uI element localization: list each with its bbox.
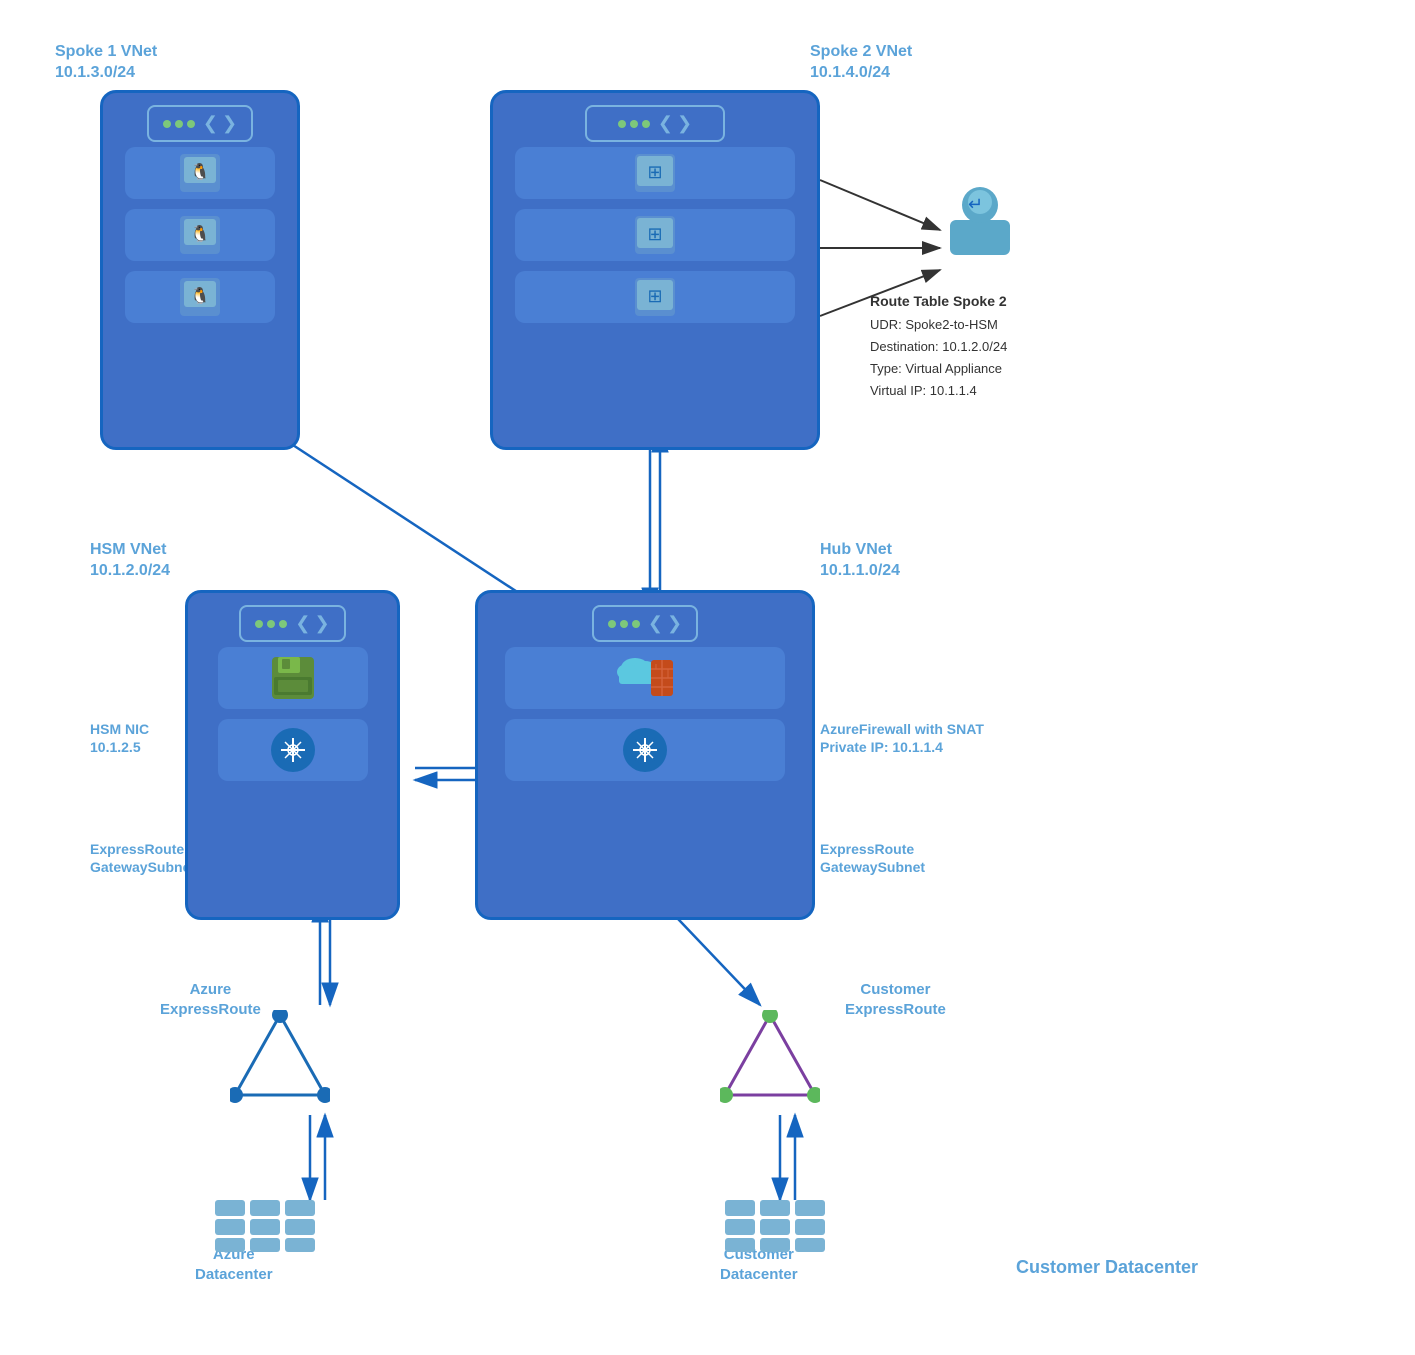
hsm-gateway-label: ExpressRouteGatewaySubnet [90, 840, 195, 876]
chevron-right4: ❯ [667, 613, 682, 634]
person-icon: ↵ [940, 180, 1020, 265]
spoke1-dots: ❮ ❯ [147, 105, 253, 142]
windows-icon-2: ⊞ [635, 216, 675, 254]
route-table-title: Route Table Spoke 2 [870, 290, 1007, 314]
windows-icon-3: ⊞ [635, 278, 675, 316]
spoke1-vm2: 🐧 [125, 209, 275, 261]
hsm-gateway-item [218, 719, 368, 781]
chevron-left3: ❮ [295, 613, 310, 634]
hub-dots: ❮ ❯ [592, 605, 698, 642]
dot10 [608, 620, 616, 628]
spoke2-vm3: ⊞ [515, 271, 795, 323]
route-table-destination: Destination: 10.1.2.0/24 [870, 336, 1007, 358]
hsm-nic-item [218, 647, 368, 709]
dot8 [267, 620, 275, 628]
hub-gateway-item [505, 719, 785, 781]
spoke2-vnet: ❮ ❯ ⊞ ⊞ [490, 90, 820, 450]
gateway-icon-hub [623, 728, 667, 772]
hsm-dots: ❮ ❯ [239, 605, 345, 642]
hub-vnet: ❮ ❯ [475, 590, 815, 920]
svg-text:↵: ↵ [968, 194, 983, 214]
hub-gateway-label: ExpressRouteGatewaySubnet [820, 840, 925, 876]
chevron-right3: ❯ [315, 613, 330, 634]
svg-text:⊞: ⊞ [647, 286, 662, 306]
dot7 [255, 620, 263, 628]
spoke1-vm1: 🐧 [125, 147, 275, 199]
dot1 [163, 120, 171, 128]
customer-text: Customer Datacenter [1016, 1257, 1198, 1278]
linux-icon-1: 🐧 [180, 154, 220, 192]
chevron-left4: ❮ [648, 613, 663, 634]
dot11 [620, 620, 628, 628]
spoke1-label: Spoke 1 VNet 10.1.3.0/24 [55, 42, 157, 84]
spoke2-vm2: ⊞ [515, 209, 795, 261]
azure-datacenter-icon [210, 1195, 320, 1260]
azure-firewall-label: AzureFirewall with SNAT Private IP: 10.1… [820, 720, 984, 756]
route-table-udr: UDR: Spoke2-to-HSM [870, 314, 1007, 336]
linux-icon-2: 🐧 [180, 216, 220, 254]
svg-text:🐧: 🐧 [190, 162, 210, 181]
spoke2-vm1: ⊞ [515, 147, 795, 199]
diagram-container: Spoke 1 VNet 10.1.3.0/24 ❮ ❯ 🐧 [0, 0, 1415, 1355]
chevron-left2: ❮ [658, 113, 673, 134]
customer-expressroute-label: CustomerExpressRoute [845, 980, 946, 1019]
svg-text:⊞: ⊞ [647, 224, 662, 244]
dot9 [279, 620, 287, 628]
gateway-icon-hsm [271, 728, 315, 772]
spoke1-vnet: ❮ ❯ 🐧 🐧 [100, 90, 300, 450]
spoke2-label: Spoke 2 VNet 10.1.4.0/24 [810, 42, 912, 84]
azure-firewall-item [505, 647, 785, 709]
windows-icon-1: ⊞ [635, 154, 675, 192]
spoke1-vm3: 🐧 [125, 271, 275, 323]
hsm-vnet-label: HSM VNet 10.1.2.0/24 [90, 540, 170, 582]
hsm-vnet: ❮ ❯ [185, 590, 400, 920]
customer-expressroute-icon [720, 1010, 820, 1115]
svg-text:🐧: 🐧 [190, 224, 210, 243]
dot3 [187, 120, 195, 128]
linux-icon-3: 🐧 [180, 278, 220, 316]
hub-vnet-label: Hub VNet 10.1.1.0/24 [820, 540, 900, 582]
azure-expressroute-icon [230, 1010, 330, 1115]
dot6 [642, 120, 650, 128]
route-table-type: Type: Virtual Appliance [870, 358, 1007, 380]
hsm-nic-label: HSM NIC 10.1.2.5 [90, 720, 149, 756]
chevron-right: ❯ [222, 113, 237, 134]
dot4 [618, 120, 626, 128]
spoke2-dots: ❮ ❯ [585, 105, 725, 142]
dot2 [175, 120, 183, 128]
svg-text:🐧: 🐧 [190, 286, 210, 305]
route-table-vip: Virtual IP: 10.1.1.4 [870, 380, 1007, 402]
dot5 [630, 120, 638, 128]
route-table-box: Route Table Spoke 2 UDR: Spoke2-to-HSM D… [870, 290, 1007, 402]
chevron-left: ❮ [203, 113, 218, 134]
dot12 [632, 620, 640, 628]
customer-datacenter-icon [720, 1195, 830, 1260]
chevron-right2: ❯ [677, 113, 692, 134]
svg-text:⊞: ⊞ [647, 162, 662, 182]
